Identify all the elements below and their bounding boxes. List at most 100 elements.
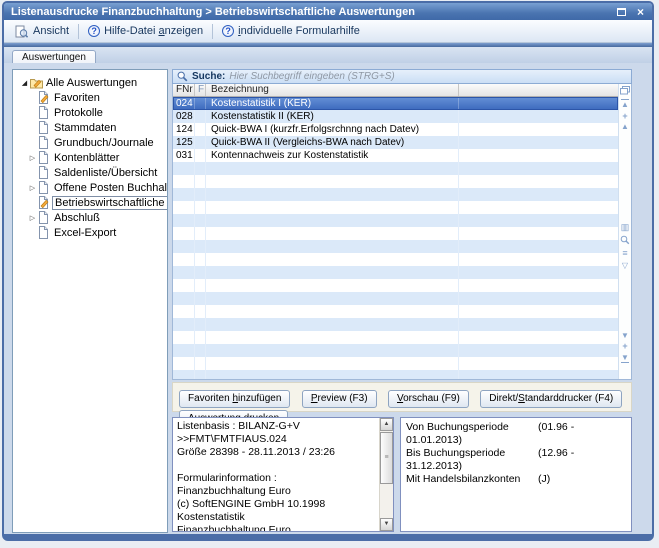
- table-row-empty[interactable]: [173, 201, 618, 214]
- table-row[interactable]: 028Kostenstatistik II (KER): [173, 110, 618, 123]
- maximize-icon: [617, 8, 626, 16]
- tree-item[interactable]: Grundbuch/Journale: [13, 135, 167, 150]
- tree-item[interactable]: Stammdaten: [13, 120, 167, 135]
- page-up-icon[interactable]: [619, 111, 631, 122]
- cell-f: [195, 123, 206, 136]
- table-header[interactable]: FNr F Bezeichnung: [173, 84, 618, 97]
- table-row-empty[interactable]: [173, 266, 618, 279]
- table-row-empty[interactable]: [173, 188, 618, 201]
- table-row[interactable]: 031Kontennachweis zur Kostenstatistik: [173, 149, 618, 162]
- tree-item[interactable]: Favoriten: [13, 90, 167, 105]
- cell-bezeichnung: [206, 305, 459, 318]
- cell-fnr: [173, 370, 195, 380]
- scrollbar-thumb[interactable]: [380, 432, 393, 484]
- column-chooser-icon[interactable]: [619, 86, 631, 98]
- col-f[interactable]: F: [195, 84, 206, 96]
- cell-filler: [459, 279, 618, 292]
- window-title: Listenausdrucke Finanzbuchhaltung > Betr…: [11, 6, 615, 18]
- cell-f: [195, 370, 206, 380]
- cell-bezeichnung: [206, 214, 459, 227]
- tree-item[interactable]: Saldenliste/Übersicht: [13, 165, 167, 180]
- cell-f: [195, 266, 206, 279]
- vorschau-f9-button[interactable]: Vorschau (F9): [388, 390, 469, 408]
- titlebar[interactable]: Listenausdrucke Finanzbuchhaltung > Betr…: [4, 3, 652, 20]
- col-fnr[interactable]: FNr: [173, 84, 195, 96]
- info-line: (c) SoftENGINE GmbH 10.1998: [177, 498, 375, 511]
- tree-item-label: Saldenliste/Übersicht: [52, 167, 159, 179]
- rail-search-icon[interactable]: [619, 235, 631, 248]
- page-down-icon[interactable]: [619, 341, 631, 352]
- table-row-empty[interactable]: [173, 370, 618, 380]
- collapse-icon[interactable]: ◢: [19, 79, 30, 87]
- tree-item-label: Grundbuch/Journale: [52, 137, 156, 149]
- expand-icon[interactable]: ▷: [27, 154, 38, 162]
- expand-icon[interactable]: ▷: [27, 214, 38, 222]
- maximize-button[interactable]: [615, 6, 628, 18]
- action-bar: Favoriten hinzufügen Preview (F3) Vorsch…: [172, 382, 632, 412]
- form-help-button[interactable]: ? individuelle Formularhilfe: [215, 23, 367, 39]
- info-line: Formularinformation :: [177, 472, 375, 485]
- page-icon: [38, 151, 52, 164]
- cell-bezeichnung: [206, 370, 459, 380]
- tree-item[interactable]: ◢Alle Auswertungen: [13, 75, 167, 90]
- tree-item-label: Betriebswirtschaftliche Auswertungen: [52, 196, 168, 210]
- filter-icon[interactable]: [619, 261, 631, 271]
- table-row-empty[interactable]: [173, 305, 618, 318]
- cell-filler: [459, 292, 618, 305]
- scrollbar-down-icon[interactable]: [380, 518, 393, 531]
- table-row-empty[interactable]: [173, 175, 618, 188]
- scroll-top-icon[interactable]: [619, 100, 631, 110]
- tree-item[interactable]: Protokolle: [13, 105, 167, 120]
- add-favorites-button[interactable]: Favoriten hinzufügen: [179, 390, 290, 408]
- close-button[interactable]: [634, 6, 647, 18]
- fulltext-icon[interactable]: [619, 248, 631, 259]
- table-row-empty[interactable]: [173, 318, 618, 331]
- tree-item[interactable]: ▷Abschluß: [13, 210, 167, 225]
- table-row-empty[interactable]: [173, 240, 618, 253]
- expand-icon[interactable]: ▷: [27, 184, 38, 192]
- tree-item[interactable]: ▷Offene Posten Buchhaltung: [13, 180, 167, 195]
- cell-bezeichnung: [206, 162, 459, 175]
- info-scrollbar[interactable]: [379, 418, 393, 531]
- table-row-empty[interactable]: [173, 162, 618, 175]
- table-row-empty[interactable]: [173, 331, 618, 344]
- table-row[interactable]: 124Quick-BWA I (kurzfr.Erfolgsrchnng nac…: [173, 123, 618, 136]
- table-row[interactable]: 125Quick-BWA II (Vergleichs-BWA nach Dat…: [173, 136, 618, 149]
- help-file-button[interactable]: ? Hilfe-Datei anzeigen: [81, 23, 210, 39]
- cell-filler: [459, 344, 618, 357]
- table-row[interactable]: 024Kostenstatistik I (KER): [173, 97, 618, 110]
- table-row-empty[interactable]: [173, 214, 618, 227]
- cell-fnr: [173, 305, 195, 318]
- table-row-empty[interactable]: [173, 279, 618, 292]
- columns-icon[interactable]: [619, 222, 631, 233]
- table-row-empty[interactable]: [173, 344, 618, 357]
- cell-bezeichnung: [206, 344, 459, 357]
- tree-item[interactable]: Betriebswirtschaftliche Auswertungen: [13, 195, 167, 210]
- cell-bezeichnung: [206, 175, 459, 188]
- direct-printer-button[interactable]: Direkt/Standarddrucker (F4): [480, 390, 622, 408]
- cell-f: [195, 318, 206, 331]
- tree-item[interactable]: ▷ Kontenblätter: [13, 150, 167, 165]
- tree-item[interactable]: Excel-Export: [13, 225, 167, 240]
- info-line: Kostenstatistik: [177, 511, 375, 524]
- tree-item-label: Stammdaten: [52, 122, 118, 134]
- tree-item-label: Kontenblätter: [52, 152, 121, 164]
- help-icon: ?: [88, 25, 100, 37]
- cell-f: [195, 253, 206, 266]
- col-bezeichnung[interactable]: Bezeichnung: [206, 84, 459, 96]
- line-down-icon[interactable]: [619, 331, 631, 341]
- table-row-empty[interactable]: [173, 253, 618, 266]
- scrollbar-up-icon[interactable]: [380, 418, 393, 431]
- search-bar[interactable]: Suche: Hier Suchbegriff eingeben (STRG+S…: [172, 69, 632, 84]
- table-row-empty[interactable]: [173, 227, 618, 240]
- results-table: FNr F Bezeichnung 024Kostenstatistik I (…: [172, 84, 632, 380]
- preview-f3-button[interactable]: Preview (F3): [302, 390, 377, 408]
- table-row-empty[interactable]: [173, 357, 618, 370]
- table-row-empty[interactable]: [173, 292, 618, 305]
- scroll-bottom-icon[interactable]: [619, 353, 631, 363]
- ansicht-button[interactable]: Ansicht: [8, 23, 76, 40]
- cell-bezeichnung: [206, 266, 459, 279]
- line-up-icon[interactable]: [619, 122, 631, 132]
- search-icon: [177, 71, 188, 82]
- cell-filler: [459, 240, 618, 253]
